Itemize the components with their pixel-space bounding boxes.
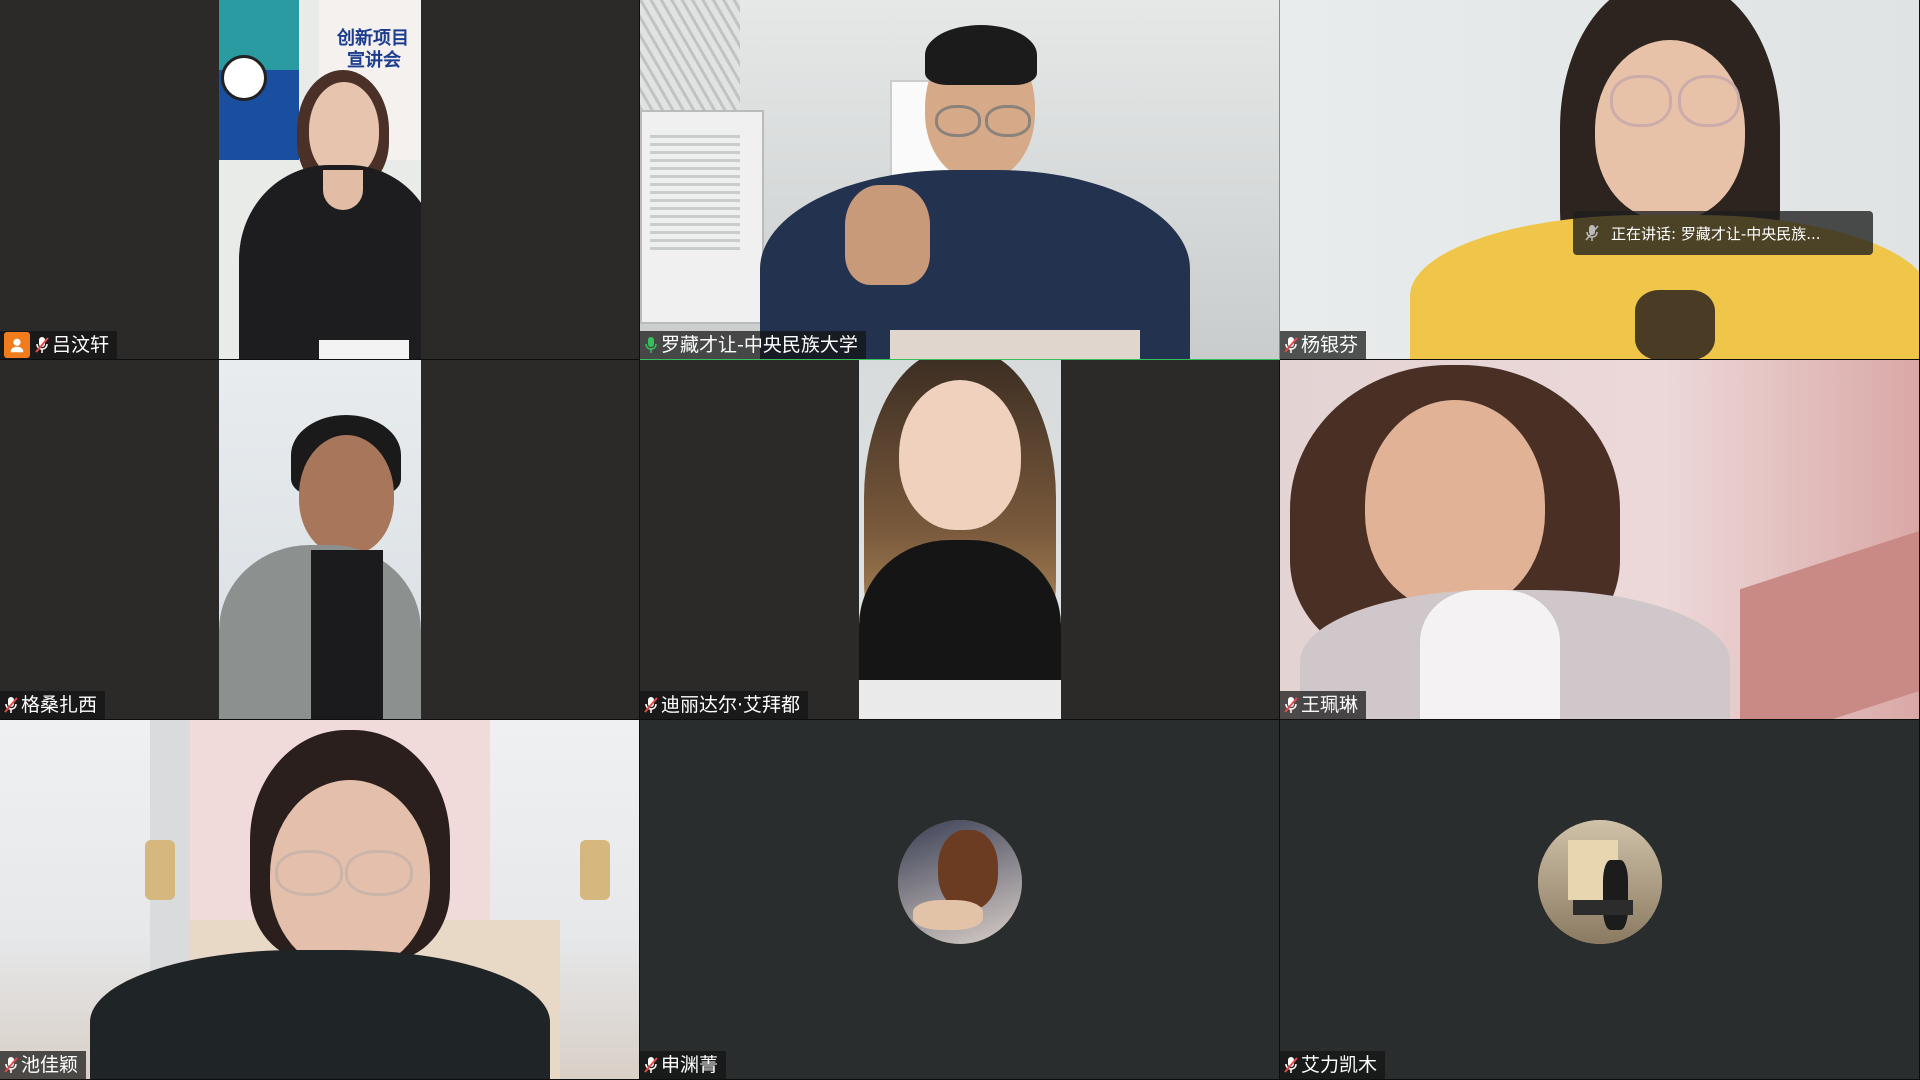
participant-tile-4[interactable]: 格桑扎西 xyxy=(0,360,640,720)
participant-name: 罗藏才让-中央民族大学 xyxy=(661,334,858,356)
participant-name-tag: 吕汶轩 xyxy=(0,331,118,359)
mic-muted-icon[interactable] xyxy=(1284,696,1298,714)
participant-tile-2[interactable]: 罗藏才让-中央民族大学 xyxy=(640,0,1280,360)
speaking-name: 罗藏才让-中央民族... xyxy=(1680,224,1821,243)
participant-video xyxy=(1280,360,1919,719)
participant-video xyxy=(219,360,421,719)
mic-muted-icon[interactable] xyxy=(644,1056,658,1074)
participant-video: 创新项目 宣讲会 xyxy=(219,0,421,359)
participant-name: 申渊菁 xyxy=(661,1054,719,1076)
mic-muted-icon[interactable] xyxy=(644,696,658,714)
participant-name: 吕汶轩 xyxy=(52,334,110,356)
participant-name-tag: 艾力凯木 xyxy=(1280,1051,1386,1079)
poster-subtitle: 宣讲会 xyxy=(347,50,401,71)
mic-muted-icon[interactable] xyxy=(4,1056,18,1074)
mic-muted-icon[interactable] xyxy=(35,336,49,354)
participant-name: 池佳颖 xyxy=(21,1054,79,1076)
participant-tile-8[interactable]: 申渊菁 xyxy=(640,720,1280,1080)
participant-tile-9[interactable]: 艾力凯木 xyxy=(1280,720,1920,1080)
speaker-mic-icon xyxy=(1585,224,1599,242)
participant-video xyxy=(1280,0,1919,359)
speaking-indicator: 正在讲话: 罗藏才让-中央民族... xyxy=(1573,211,1873,255)
poster-title: 创新项目 xyxy=(337,28,409,49)
participant-name-tag: 迪丽达尔·艾拜都 xyxy=(640,691,809,719)
participant-tile-6[interactable]: 王珮琳 xyxy=(1280,360,1920,720)
participant-avatar xyxy=(1538,820,1662,944)
user-badge-icon xyxy=(4,332,30,358)
speaking-prefix: 正在讲话: xyxy=(1611,224,1681,243)
mic-muted-icon[interactable] xyxy=(1284,336,1298,354)
participant-tile-5[interactable]: 迪丽达尔·艾拜都 xyxy=(640,360,1280,720)
participant-tile-1[interactable]: 创新项目 宣讲会 吕汶轩 xyxy=(0,0,640,360)
participant-video xyxy=(640,0,1279,359)
participant-name-tag: 罗藏才让-中央民族大学 xyxy=(640,331,866,359)
video-grid: 创新项目 宣讲会 吕汶轩 罗藏才让-中央民族大学 杨银芬 格桑扎西 迪丽达尔·艾… xyxy=(0,0,1920,1080)
participant-name-tag: 格桑扎西 xyxy=(0,691,106,719)
participant-name-tag: 杨银芬 xyxy=(1280,331,1367,359)
mic-muted-icon[interactable] xyxy=(4,696,18,714)
participant-video xyxy=(859,360,1061,719)
mic-muted-icon[interactable] xyxy=(1284,1056,1298,1074)
participant-name: 王珮琳 xyxy=(1301,694,1359,716)
participant-name-tag: 王珮琳 xyxy=(1280,691,1367,719)
participant-name: 迪丽达尔·艾拜都 xyxy=(661,694,801,716)
participant-avatar xyxy=(898,820,1022,944)
participant-video xyxy=(0,720,639,1079)
participant-name: 杨银芬 xyxy=(1301,334,1359,356)
participant-tile-7[interactable]: 池佳颖 xyxy=(0,720,640,1080)
participant-tile-3[interactable]: 杨银芬 xyxy=(1280,0,1920,360)
participant-name-tag: 池佳颖 xyxy=(0,1051,87,1079)
participant-name-tag: 申渊菁 xyxy=(640,1051,727,1079)
participant-name: 格桑扎西 xyxy=(21,694,98,716)
mic-active-icon[interactable] xyxy=(644,336,658,354)
participant-name: 艾力凯木 xyxy=(1301,1054,1378,1076)
